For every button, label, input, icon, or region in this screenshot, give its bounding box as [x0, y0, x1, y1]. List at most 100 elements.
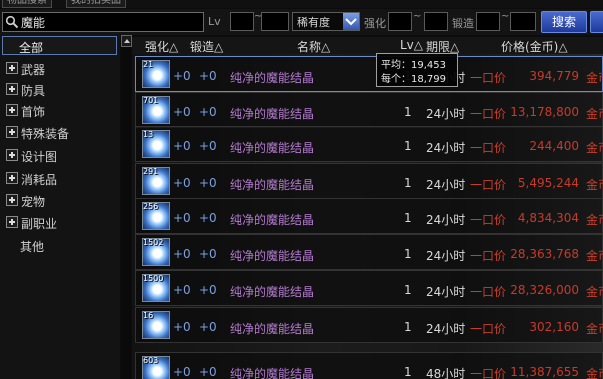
- table-row[interactable]: 256 +0 +0 纯净的魔能结晶 1 24小时 一口价 4,834,304 金…: [135, 198, 603, 234]
- cell-forge: +0: [199, 365, 217, 379]
- cell-name: 纯净的魔能结晶: [230, 322, 315, 336]
- cell-forge: +0: [199, 283, 217, 297]
- cell-enhance: +0: [173, 139, 191, 153]
- column-header-enhance[interactable]: 强化△: [145, 38, 178, 55]
- expand-plus-icon[interactable]: [6, 83, 18, 95]
- expand-plus-icon[interactable]: [6, 172, 18, 184]
- mana-crystal-item-icon: 1502: [142, 238, 170, 266]
- cell-currency: 金币: [586, 322, 603, 336]
- forge-range-separator: ~: [501, 11, 510, 22]
- table-row[interactable]: 16 +0 +0 纯净的魔能结晶 1 24小时 一口价 302,160 金币: [135, 307, 603, 343]
- expand-plus-icon[interactable]: [6, 104, 18, 116]
- enhance-max-input[interactable]: [424, 12, 448, 31]
- cell-duration: 24小时: [426, 178, 466, 192]
- mana-crystal-item-icon: 256: [142, 202, 170, 230]
- table-row[interactable]: 1502 +0 +0 纯净的魔能结晶 1 24小时 一口价 28,363,768…: [135, 234, 603, 270]
- column-header-forge[interactable]: 锻造△: [190, 38, 223, 55]
- extra-button[interactable]: [590, 11, 603, 33]
- chevron-down-icon[interactable]: [343, 13, 359, 30]
- table-row[interactable]: 291 +0 +0 纯净的魔能结晶 1 24小时 一口价 5,495,244 金…: [135, 163, 603, 199]
- search-button[interactable]: 搜索: [541, 11, 587, 33]
- expand-plus-icon[interactable]: [6, 149, 18, 161]
- cell-forge: +0: [199, 69, 217, 83]
- cell-price: 244,400: [529, 139, 579, 153]
- table-row[interactable]: 701 +0 +0 纯净的魔能结晶 1 24小时 一口价 13,178,800 …: [135, 92, 603, 128]
- cell-name: 纯净的魔能结晶: [230, 71, 315, 85]
- sidebar-item-blueprints[interactable]: 设计图: [2, 146, 117, 165]
- cell-duration: 24小时: [426, 107, 466, 121]
- expand-plus-icon[interactable]: [6, 194, 18, 206]
- cell-currency: 金币: [586, 71, 603, 85]
- results-table-header: 强化△ 锻造△ 名称△ Lv△ 期限△ 价格(金币)△: [132, 37, 603, 54]
- mana-crystal-item-icon: 1500: [142, 274, 170, 302]
- sidebar-item-label: 消耗品: [21, 173, 58, 187]
- cell-forge: +0: [199, 176, 217, 190]
- level-label: Lv: [208, 15, 221, 28]
- sidebar-item-label: 防具: [21, 84, 46, 98]
- sidebar-item-pets[interactable]: 宠物: [2, 191, 117, 210]
- level-max-input[interactable]: [261, 12, 289, 31]
- search-input[interactable]: 魔能: [2, 12, 204, 32]
- scroll-up-arrow-icon[interactable]: [121, 35, 132, 47]
- cell-enhance: +0: [173, 365, 191, 379]
- cell-duration: 24小时: [426, 213, 466, 227]
- rarity-select[interactable]: 稀有度: [292, 12, 360, 31]
- tab-item-search[interactable]: 物品搜索: [2, 0, 52, 8]
- cell-duration: 24小时: [426, 285, 466, 299]
- stack-quantity: 16: [143, 311, 154, 320]
- sidebar-item-label: 武器: [21, 63, 46, 77]
- sidebar-item-subprofession[interactable]: 副职业: [2, 213, 117, 232]
- sidebar-item-label: 首饰: [21, 105, 46, 119]
- cell-currency: 金币: [586, 178, 603, 192]
- cell-forge: +0: [199, 105, 217, 119]
- cell-price: 28,363,768: [510, 247, 579, 261]
- forge-min-input[interactable]: [476, 12, 500, 31]
- expand-plus-icon[interactable]: [6, 126, 18, 138]
- sidebar-item-jewelry[interactable]: 首饰: [2, 101, 117, 120]
- cell-count: 1: [404, 139, 412, 153]
- search-query-text: 魔能: [21, 16, 46, 30]
- sidebar-item-label: 特殊装备: [21, 127, 70, 141]
- cell-duration: 48小时: [426, 367, 466, 379]
- enhance-range-separator: ~: [413, 11, 422, 22]
- cell-price: 28,326,000: [510, 283, 579, 297]
- cell-currency: 金币: [586, 249, 603, 263]
- cell-price: 4,834,304: [517, 211, 579, 225]
- mana-crystal-item-icon: 603: [142, 356, 170, 379]
- stack-quantity: 256: [143, 202, 159, 211]
- sidebar-item-label: 全部: [19, 41, 44, 55]
- cell-forge: +0: [199, 320, 217, 334]
- cell-name: 纯净的魔能结晶: [230, 285, 315, 299]
- tab-my-auctions[interactable]: 我的拍卖品: [66, 0, 126, 8]
- sidebar-item-other[interactable]: 其他: [2, 236, 117, 255]
- mana-crystal-item-icon: 16: [142, 311, 170, 339]
- cell-count: 1: [404, 365, 412, 379]
- table-row[interactable]: 603 +0 +0 纯净的魔能结晶 1 48小时 一口价 11,387,655 …: [135, 352, 603, 379]
- column-header-lv[interactable]: Lv△: [400, 38, 423, 52]
- cell-count: 1: [404, 176, 412, 190]
- tab-strip: 物品搜索 我的拍卖品: [0, 0, 603, 8]
- level-min-input[interactable]: [230, 12, 254, 31]
- sidebar-item-special-equipment[interactable]: 特殊装备: [2, 123, 117, 142]
- column-header-name[interactable]: 名称△: [297, 38, 330, 55]
- table-row[interactable]: 1500 +0 +0 纯净的魔能结晶 1 24小时 一口价 28,326,000…: [135, 270, 603, 306]
- cell-price: 13,178,800: [510, 105, 579, 119]
- mana-crystal-item-icon: 21: [142, 60, 170, 88]
- expand-plus-icon[interactable]: [6, 216, 18, 228]
- enhance-min-input[interactable]: [388, 12, 412, 31]
- sidebar-item-label: 副职业: [21, 217, 58, 231]
- forge-max-input[interactable]: [510, 12, 536, 31]
- table-row[interactable]: 13 +0 +0 纯净的魔能结晶 1 24小时 一口价 244,400 金币: [135, 126, 603, 162]
- mana-crystal-item-icon: 291: [142, 167, 170, 195]
- sidebar-scrollbar[interactable]: [121, 35, 132, 379]
- column-header-price[interactable]: 价格(金币)△: [501, 38, 568, 55]
- sidebar-item-armor[interactable]: 防具: [2, 80, 117, 99]
- expand-plus-icon[interactable]: [6, 62, 18, 74]
- cell-currency: 金币: [586, 213, 603, 227]
- sidebar-item-consumables[interactable]: 消耗品: [2, 169, 117, 188]
- table-row[interactable]: 21 +0 +0 纯净的魔能结晶 1 24小时 一口价 394,779 金币: [135, 56, 603, 92]
- sidebar-item-all[interactable]: 全部: [2, 36, 117, 55]
- sidebar-item-weapons[interactable]: 武器: [2, 59, 117, 78]
- enhance-label: 强化: [364, 17, 386, 30]
- stack-quantity: 603: [143, 356, 159, 365]
